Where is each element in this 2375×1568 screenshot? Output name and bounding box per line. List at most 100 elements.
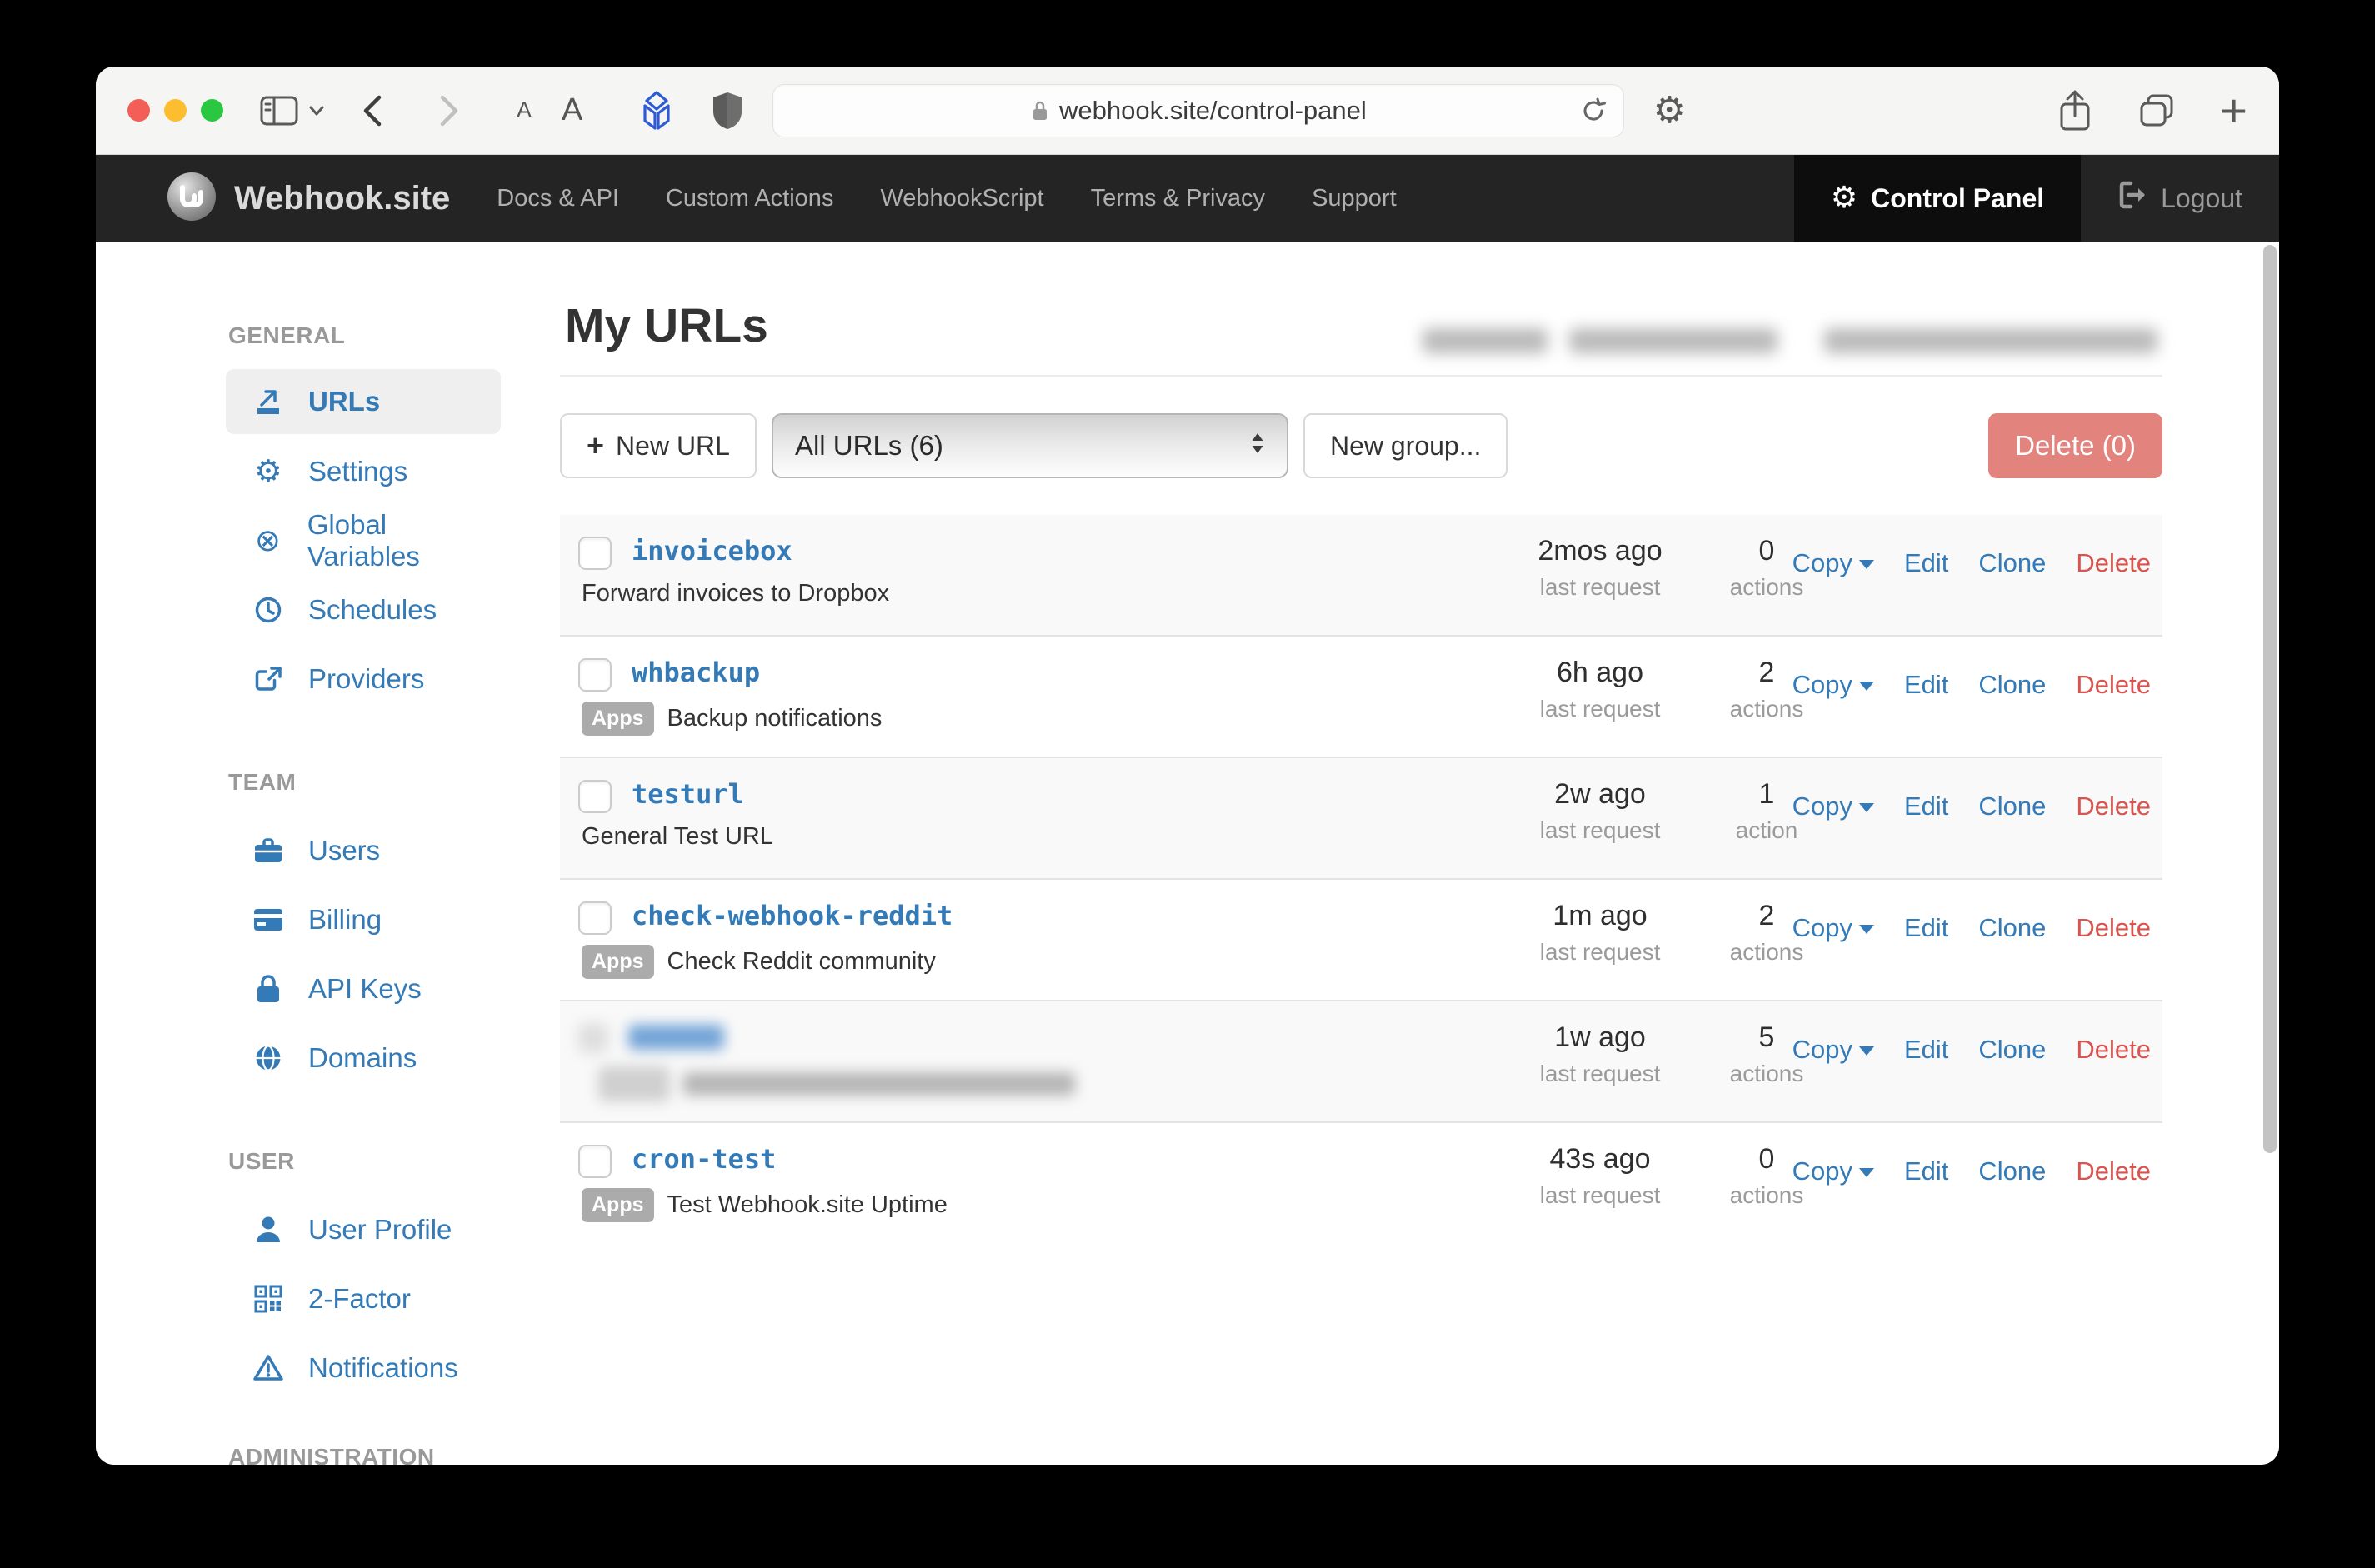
sidebar-item-api-keys[interactable]: API Keys bbox=[226, 954, 501, 1023]
edit-link[interactable]: Edit bbox=[1904, 913, 1948, 943]
copy-link[interactable]: Copy bbox=[1792, 548, 1874, 578]
close-window-button[interactable] bbox=[128, 99, 150, 122]
url-name-link[interactable]: cron-test bbox=[632, 1143, 776, 1175]
qr-code-icon bbox=[252, 1285, 285, 1313]
table-row: whbackup Apps Backup notifications 6h ag… bbox=[560, 637, 2162, 758]
url-name-link[interactable]: invoicebox bbox=[632, 535, 792, 567]
main-content: My URLs + New URL All URLs (6) New group… bbox=[560, 242, 2162, 1245]
sidebar-item-urls[interactable]: URLs bbox=[226, 369, 501, 434]
nav-logout[interactable]: Logout bbox=[2081, 155, 2279, 242]
sidebar-item-users[interactable]: Users bbox=[226, 816, 501, 885]
clone-link[interactable]: Clone bbox=[1978, 913, 2046, 943]
url-description: Forward invoices to Dropbox bbox=[582, 580, 889, 607]
copy-link[interactable]: Copy bbox=[1792, 1035, 1874, 1065]
row-checkbox[interactable] bbox=[578, 1145, 612, 1178]
clone-link[interactable]: Clone bbox=[1978, 548, 2046, 578]
url-filter-select[interactable]: All URLs (6) bbox=[772, 413, 1288, 478]
caret-down-icon bbox=[1859, 682, 1874, 691]
forward-button[interactable] bbox=[438, 94, 462, 127]
nav-link-webhookscript[interactable]: WebhookScript bbox=[880, 185, 1043, 212]
webhook-logo-icon bbox=[166, 171, 218, 227]
delete-link[interactable]: Delete bbox=[2076, 1035, 2151, 1065]
url-name-link[interactable]: whbackup bbox=[632, 657, 760, 688]
extension-webhook-icon[interactable] bbox=[638, 90, 676, 132]
edit-link[interactable]: Edit bbox=[1904, 670, 1948, 700]
copy-link[interactable]: Copy bbox=[1792, 913, 1874, 943]
text-smaller-button[interactable]: A bbox=[517, 97, 532, 123]
zoom-window-button[interactable] bbox=[201, 99, 223, 122]
url-name-link[interactable]: check-webhook-reddit bbox=[632, 900, 952, 931]
row-checkbox[interactable] bbox=[578, 537, 612, 570]
scrollbar-thumb[interactable] bbox=[2263, 245, 2277, 1153]
clone-link[interactable]: Clone bbox=[1978, 1035, 2046, 1065]
nav-link-support[interactable]: Support bbox=[1312, 185, 1397, 212]
delete-link[interactable]: Delete bbox=[2076, 670, 2151, 700]
address-bar[interactable]: webhook.site/control-panel bbox=[772, 84, 1624, 137]
site-navbar: Webhook.site Docs & API Custom Actions W… bbox=[96, 155, 2279, 242]
sidebar-item-schedules[interactable]: Schedules bbox=[226, 575, 501, 644]
minimize-window-button[interactable] bbox=[164, 99, 187, 122]
browser-settings-gear-icon[interactable]: ⚙ bbox=[1652, 89, 1685, 132]
redacted-user-info bbox=[1422, 328, 2158, 353]
delete-link[interactable]: Delete bbox=[2076, 548, 2151, 578]
row-checkbox[interactable] bbox=[578, 658, 612, 692]
sidebar-item-billing[interactable]: Billing bbox=[226, 885, 501, 954]
edit-link[interactable]: Edit bbox=[1904, 791, 1948, 821]
sidebar-item-notifications[interactable]: Notifications bbox=[226, 1333, 501, 1402]
nav-link-docs-api[interactable]: Docs & API bbox=[497, 185, 619, 212]
sidebar-section-user: USER bbox=[228, 1148, 501, 1178]
delete-link[interactable]: Delete bbox=[2076, 913, 2151, 943]
clone-link[interactable]: Clone bbox=[1978, 670, 2046, 700]
delete-link[interactable]: Delete bbox=[2076, 1156, 2151, 1186]
nav-control-panel[interactable]: ⚙ Control Panel bbox=[1794, 155, 2081, 242]
credit-card-icon bbox=[252, 908, 285, 931]
reload-icon[interactable] bbox=[1580, 97, 1607, 124]
new-tab-button[interactable]: + bbox=[2220, 87, 2248, 134]
row-checkbox[interactable] bbox=[578, 901, 612, 935]
lock-icon bbox=[252, 974, 285, 1004]
url-description: Backup notifications bbox=[668, 705, 882, 732]
last-request-value: 1w ago bbox=[1504, 1021, 1696, 1054]
nav-link-terms-privacy[interactable]: Terms & Privacy bbox=[1091, 185, 1265, 212]
sidebar-item-user-profile[interactable]: User Profile bbox=[226, 1195, 501, 1264]
copy-link[interactable]: Copy bbox=[1792, 1156, 1874, 1186]
delete-selected-button[interactable]: Delete (0) bbox=[1988, 413, 2162, 478]
copy-link[interactable]: Copy bbox=[1792, 791, 1874, 821]
edit-link[interactable]: Edit bbox=[1904, 1035, 1948, 1065]
sidebar-item-global-variables[interactable]: ⊗ Global Variables bbox=[226, 506, 501, 575]
edit-link[interactable]: Edit bbox=[1904, 548, 1948, 578]
person-icon bbox=[252, 1216, 285, 1244]
clone-link[interactable]: Clone bbox=[1978, 1156, 2046, 1186]
sidebar-item-providers[interactable]: Providers bbox=[226, 644, 501, 713]
text-bigger-button[interactable]: A bbox=[562, 92, 582, 128]
brand[interactable]: Webhook.site bbox=[166, 171, 450, 227]
last-request-label: last request bbox=[1504, 939, 1696, 966]
row-checkbox[interactable] bbox=[578, 780, 612, 813]
new-group-button[interactable]: New group... bbox=[1303, 413, 1508, 478]
shield-privacy-icon[interactable] bbox=[711, 91, 744, 131]
circle-x-icon: ⊗ bbox=[252, 525, 284, 556]
back-button[interactable] bbox=[360, 94, 383, 127]
chevron-down-icon[interactable] bbox=[308, 105, 325, 117]
browser-window: A A webhook.site/control-panel ⚙ bbox=[96, 67, 2279, 1465]
share-icon[interactable] bbox=[2057, 89, 2093, 132]
last-request-label: last request bbox=[1504, 817, 1696, 844]
delete-link[interactable]: Delete bbox=[2076, 791, 2151, 821]
apps-badge: Apps bbox=[582, 1188, 654, 1222]
sidebar-item-settings[interactable]: ⚙ Settings bbox=[226, 437, 501, 506]
last-request-label: last request bbox=[1504, 574, 1696, 601]
last-request-label: last request bbox=[1504, 1182, 1696, 1209]
new-url-button[interactable]: + New URL bbox=[560, 413, 757, 478]
tab-overview-icon[interactable] bbox=[2137, 92, 2177, 129]
nav-link-custom-actions[interactable]: Custom Actions bbox=[666, 185, 833, 212]
sidebar-item-domains[interactable]: Domains bbox=[226, 1023, 501, 1092]
url-name-link[interactable]: testurl bbox=[632, 778, 744, 810]
clone-link[interactable]: Clone bbox=[1978, 791, 2046, 821]
sidebar-toggle-icon[interactable] bbox=[260, 94, 298, 127]
sidebar-item-2-factor[interactable]: 2-Factor bbox=[226, 1264, 501, 1333]
copy-link[interactable]: Copy bbox=[1792, 670, 1874, 700]
edit-link[interactable]: Edit bbox=[1904, 1156, 1948, 1186]
url-description: General Test URL bbox=[582, 823, 773, 851]
nav-links: Docs & API Custom Actions WebhookScript … bbox=[497, 185, 1396, 212]
lock-icon bbox=[1031, 99, 1049, 122]
